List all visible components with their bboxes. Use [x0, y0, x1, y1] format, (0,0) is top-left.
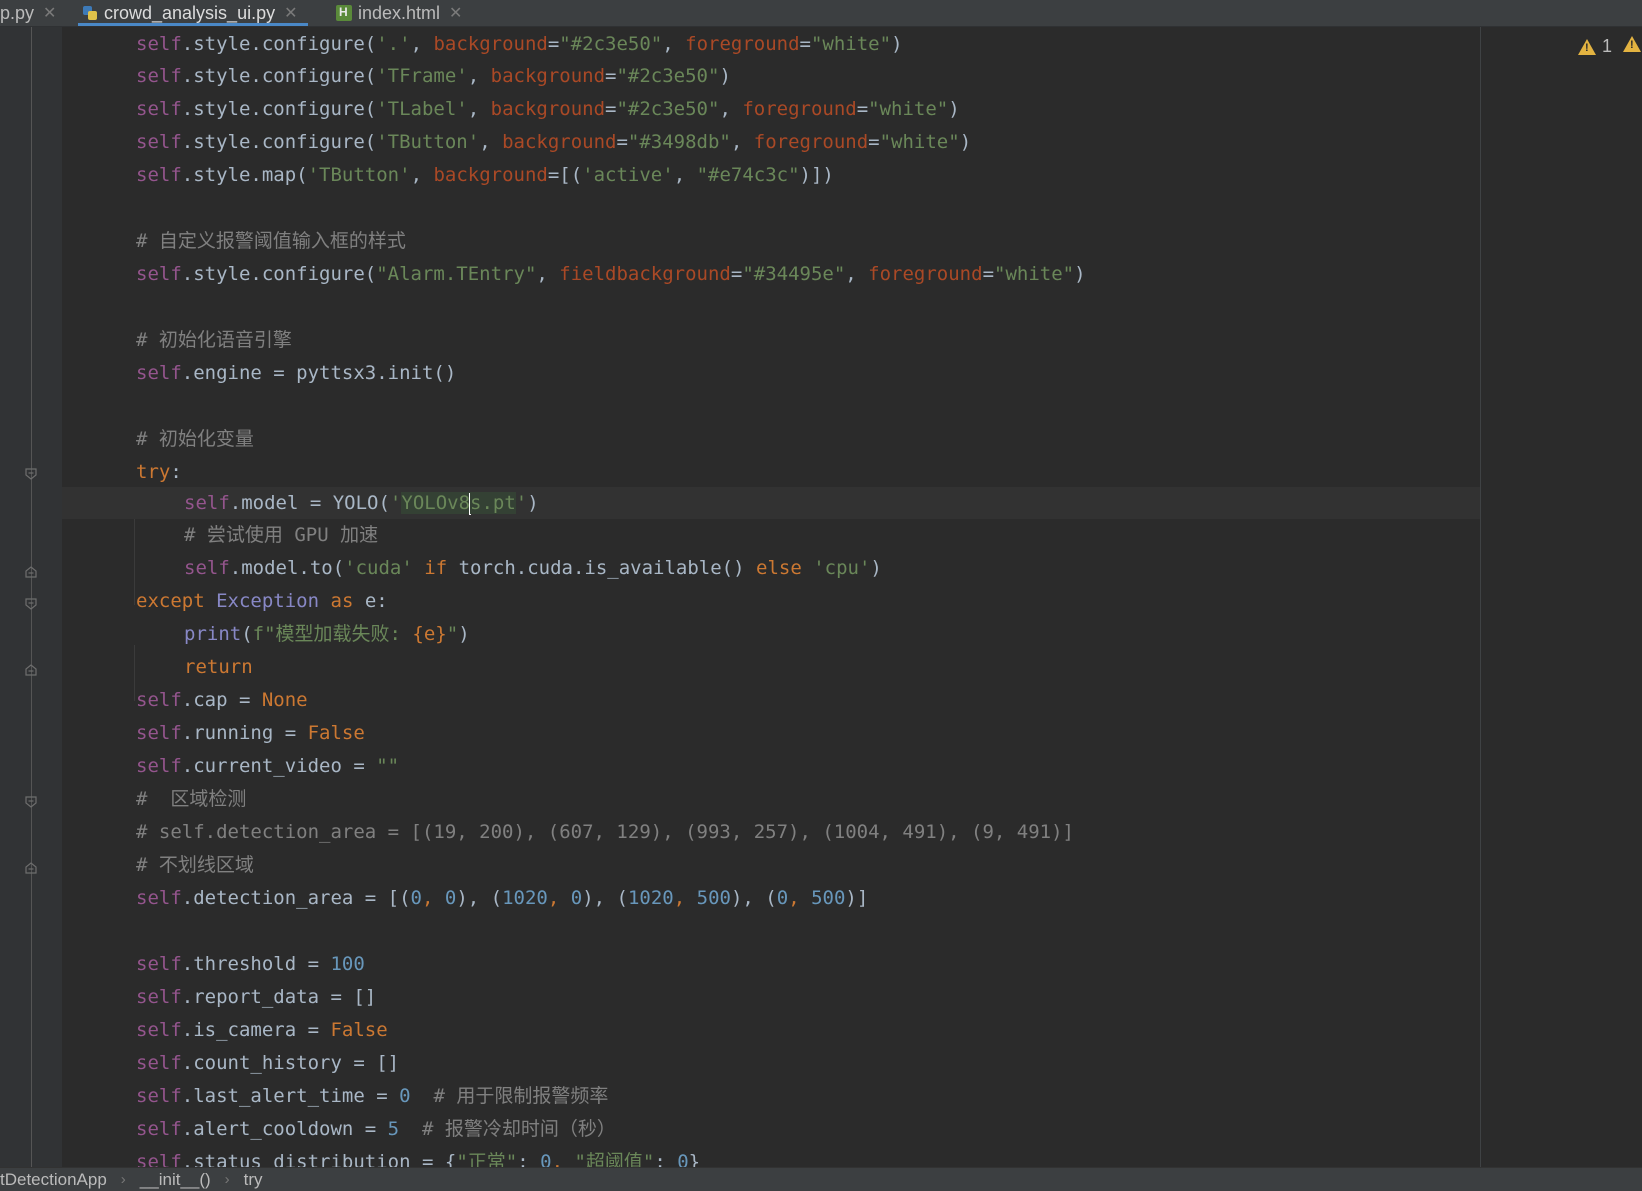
- code-line[interactable]: self.count_history = []: [136, 1047, 399, 1079]
- breadcrumb-method[interactable]: __init__(): [140, 1170, 211, 1190]
- active-tab-indicator: [78, 23, 308, 26]
- tab-crowd-analysis-ui-py[interactable]: crowd_analysis_ui.py ✕: [78, 0, 308, 26]
- python-file-icon: [82, 5, 98, 21]
- code-line[interactable]: self.alert_cooldown = 5 # 报警冷却时间（秒）: [136, 1113, 616, 1145]
- tab-p-py[interactable]: p.py ✕: [0, 0, 56, 26]
- html-file-icon: [336, 5, 352, 21]
- code-comment[interactable]: # self.detection_area = [(19, 200), (607…: [136, 816, 1074, 848]
- code-line[interactable]: self.cap = None: [136, 684, 308, 716]
- fold-close-icon[interactable]: [25, 862, 37, 874]
- code-comment[interactable]: # 尝试使用 GPU 加速: [184, 519, 378, 551]
- code-line[interactable]: self.last_alert_time = 0 # 用于限制报警频率: [136, 1080, 608, 1112]
- fold-open-icon[interactable]: [25, 468, 37, 480]
- tab-label: p.py: [0, 2, 35, 23]
- breadcrumb-block[interactable]: try: [244, 1170, 263, 1190]
- code-line[interactable]: self.style.map('TButton', background=[('…: [136, 159, 834, 191]
- code-line[interactable]: print(f"模型加载失败: {e}"): [184, 618, 470, 650]
- fold-open-icon[interactable]: [25, 796, 37, 808]
- code-line[interactable]: self.detection_area = [(0, 0), (1020, 0)…: [136, 882, 868, 914]
- close-icon[interactable]: ✕: [43, 3, 56, 23]
- fold-close-icon[interactable]: [25, 566, 37, 578]
- code-line-current[interactable]: self.model = YOLO('YOLOv8s.pt'): [184, 487, 539, 519]
- close-icon[interactable]: ✕: [284, 3, 297, 23]
- code-editor[interactable]: self.style.configure('.', background="#2…: [62, 27, 1642, 1167]
- code-line[interactable]: self.style.configure('TFrame', backgroun…: [136, 60, 731, 92]
- breadcrumb-class[interactable]: tDetectionApp: [0, 1170, 107, 1190]
- breadcrumb: tDetectionApp › __init__() › try: [0, 1167, 1642, 1191]
- breadcrumb-separator: ›: [120, 1171, 126, 1188]
- code-comment[interactable]: # 不划线区域: [136, 849, 254, 881]
- code-line[interactable]: self.threshold = 100: [136, 948, 365, 980]
- tab-index-html[interactable]: index.html ✕: [336, 0, 462, 26]
- breadcrumb-separator: ›: [224, 1171, 230, 1188]
- code-comment[interactable]: # 自定义报警阈值输入框的样式: [136, 225, 406, 257]
- code-line[interactable]: try:: [136, 456, 182, 488]
- code-line[interactable]: self.running = False: [136, 717, 365, 749]
- indent-guide: [134, 645, 135, 701]
- tab-label: crowd_analysis_ui.py: [104, 2, 276, 23]
- fold-close-icon[interactable]: [25, 664, 37, 676]
- code-line[interactable]: self.current_video = "": [136, 750, 399, 782]
- fold-open-icon[interactable]: [25, 598, 37, 610]
- indent-guide: [134, 519, 135, 605]
- code-line[interactable]: self.style.configure("Alarm.TEntry", fie…: [136, 258, 1086, 290]
- code-comment[interactable]: # 区域检测: [136, 783, 246, 815]
- code-line[interactable]: self.is_camera = False: [136, 1014, 388, 1046]
- code-line[interactable]: self.engine = pyttsx3.init(): [136, 357, 456, 389]
- tab-label: index.html: [358, 2, 441, 23]
- editor-tab-bar: p.py ✕ crowd_analysis_ui.py ✕ index.html…: [0, 0, 1642, 27]
- code-line[interactable]: return: [184, 651, 253, 683]
- close-icon[interactable]: ✕: [449, 3, 462, 23]
- code-line[interactable]: except Exception as e:: [136, 585, 388, 617]
- gutter-divider: [31, 27, 32, 1167]
- code-line[interactable]: self.model.to('cuda' if torch.cuda.is_av…: [184, 552, 882, 584]
- code-line[interactable]: self.style.configure('TLabel', backgroun…: [136, 93, 960, 125]
- code-comment[interactable]: # 初始化语音引擎: [136, 324, 292, 356]
- code-line[interactable]: self.report_data = []: [136, 981, 376, 1013]
- code-line[interactable]: self.status_distribution = {"正常": 0, "超阈…: [136, 1146, 700, 1167]
- code-line[interactable]: self.style.configure('TButton', backgrou…: [136, 126, 971, 158]
- code-line[interactable]: self.style.configure('.', background="#2…: [136, 28, 903, 60]
- code-comment[interactable]: # 初始化变量: [136, 423, 254, 455]
